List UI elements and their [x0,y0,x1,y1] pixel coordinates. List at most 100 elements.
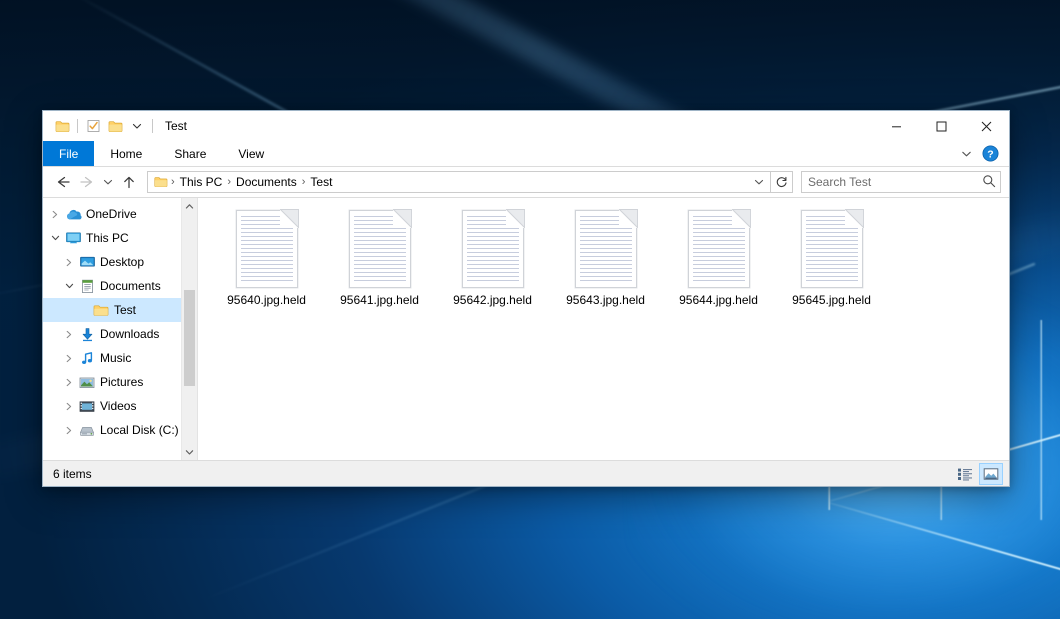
chevron-down-icon[interactable] [126,115,148,137]
chevron-right-icon[interactable] [61,326,77,342]
ribbon-tab-bar: File Home Share View ? [43,141,1009,167]
sidebar-item-this-pc[interactable]: This PC [43,226,197,250]
maximize-button[interactable] [919,111,964,141]
address-toolbar: › This PC › Documents › Test [43,167,1009,197]
breadcrumb[interactable]: › This PC › Documents › Test [147,171,771,193]
refresh-icon[interactable] [771,171,793,193]
pictures-icon [77,374,97,390]
chevron-down-icon[interactable] [955,143,977,165]
sidebar-item-label: Pictures [100,375,143,389]
sidebar-item-onedrive[interactable]: OneDrive [43,202,197,226]
sidebar-item-downloads[interactable]: Downloads [43,322,197,346]
tab-home[interactable]: Home [94,141,158,166]
svg-text:?: ? [987,148,993,160]
folder-icon[interactable] [51,115,73,137]
downloads-icon [77,326,97,342]
list-item[interactable]: 95643.jpg.held [549,208,662,320]
scroll-down-icon[interactable] [182,444,197,460]
chevron-right-icon[interactable] [61,254,77,270]
wallpaper-logo-line-5 [1040,320,1042,520]
chevron-right-icon[interactable] [61,398,77,414]
close-button[interactable] [964,111,1009,141]
tab-share[interactable]: Share [158,141,222,166]
chevron-right-icon[interactable] [61,422,77,438]
sidebar-item-label: This PC [86,231,129,245]
file-name-label: 95645.jpg.held [790,293,873,308]
sidebar-item-label: Test [114,303,136,317]
file-name-label: 95642.jpg.held [451,293,534,308]
chevron-down-icon[interactable] [47,230,63,246]
sidebar-item-documents[interactable]: Documents [43,274,197,298]
sidebar-item-test[interactable]: Test [43,298,197,322]
chevron-down-icon[interactable] [750,172,768,192]
sidebar-item-videos[interactable]: Videos [43,394,197,418]
title-separator [152,119,153,133]
videos-icon [77,398,97,414]
properties-icon[interactable] [82,115,104,137]
list-item[interactable]: 95642.jpg.held [436,208,549,320]
title-bar: Test [43,111,1009,141]
sidebar-item-label: Downloads [100,327,159,341]
file-name-label: 95643.jpg.held [564,293,647,308]
generic-document-icon [688,210,750,288]
help-icon[interactable]: ? [979,143,1001,165]
navigation-pane: OneDrive This PC [43,198,198,460]
sidebar-item-local-disk-c[interactable]: Local Disk (C:) [43,418,197,442]
list-item[interactable]: 95645.jpg.held [775,208,888,320]
status-bar: 6 items [43,460,1009,486]
list-item[interactable]: 95644.jpg.held [662,208,775,320]
file-list-view[interactable]: 95640.jpg.held 95641.jpg.held [198,198,1009,460]
window-controls [874,111,1009,141]
sidebar-item-label: Documents [100,279,161,293]
folder-icon [91,302,111,318]
minimize-button[interactable] [874,111,919,141]
file-explorer-window: Test File Home Share View [42,110,1010,487]
chevron-right-icon[interactable] [47,206,63,222]
list-item[interactable]: 95640.jpg.held [210,208,323,320]
ribbon-right-buttons: ? [955,141,1009,166]
tab-file[interactable]: File [43,141,94,166]
generic-document-icon [575,210,637,288]
generic-document-icon [801,210,863,288]
pc-icon [63,230,83,246]
new-folder-icon[interactable] [104,115,126,137]
recent-locations-icon[interactable] [99,170,117,194]
generic-document-icon [236,210,298,288]
navigation-pane-scrollbar[interactable] [181,198,197,460]
search-input[interactable] [808,175,982,189]
search-box[interactable] [801,171,1001,193]
file-name-label: 95640.jpg.held [225,293,308,308]
breadcrumb-this-pc[interactable]: This PC [176,175,227,189]
folder-icon [152,176,170,188]
details-view-button[interactable] [953,463,977,485]
up-arrow-icon[interactable] [117,170,141,194]
scroll-up-icon[interactable] [182,198,197,214]
drive-icon [77,422,97,438]
sidebar-item-desktop[interactable]: Desktop [43,250,197,274]
sidebar-item-pictures[interactable]: Pictures [43,370,197,394]
generic-document-icon [349,210,411,288]
file-name-label: 95644.jpg.held [677,293,760,308]
back-arrow-icon[interactable] [51,170,75,194]
chevron-right-icon[interactable] [61,350,77,366]
chevron-down-icon[interactable] [61,278,77,294]
toolbar-separator [77,119,78,133]
large-icons-view-button[interactable] [979,463,1003,485]
generic-document-icon [462,210,524,288]
file-name-label: 95641.jpg.held [338,293,421,308]
scrollbar-thumb[interactable] [184,290,195,386]
quick-access-toolbar: Test [43,111,187,141]
explorer-body: OneDrive This PC [43,197,1009,460]
sidebar-item-music[interactable]: Music [43,346,197,370]
tab-view[interactable]: View [222,141,280,166]
sidebar-item-label: Videos [100,399,136,413]
view-mode-buttons [953,463,1003,485]
desktop-icon [77,254,97,270]
chevron-right-icon[interactable] [61,374,77,390]
breadcrumb-test[interactable]: Test [306,175,336,189]
search-icon[interactable] [982,174,996,191]
sidebar-item-label: OneDrive [86,207,137,221]
list-item[interactable]: 95641.jpg.held [323,208,436,320]
breadcrumb-documents[interactable]: Documents [232,175,301,189]
desktop: Test File Home Share View [0,0,1060,619]
